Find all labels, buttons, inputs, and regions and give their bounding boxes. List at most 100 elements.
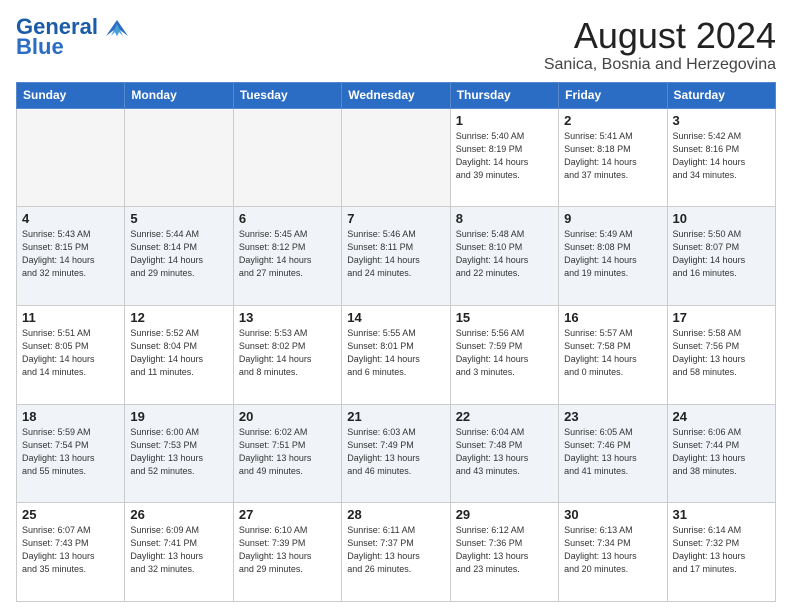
day-number: 8 — [456, 211, 553, 226]
calendar-cell: 14 Sunrise: 5:55 AM Sunset: 8:01 PM Dayli… — [342, 305, 450, 404]
calendar-week-4: 18 Sunrise: 5:59 AM Sunset: 7:54 PM Dayli… — [17, 404, 776, 503]
calendar-cell: 1Sunrise: 5:40 AM Sunset: 8:19 PM Daylig… — [450, 108, 558, 207]
calendar-cell: 25 Sunrise: 6:07 AM Sunset: 7:43 PM Dayli… — [17, 503, 125, 602]
day-number: 25 — [22, 507, 119, 522]
calendar-cell: 10Sunrise: 5:50 AM Sunset: 8:07 PM Dayli… — [667, 207, 775, 306]
calendar-cell — [233, 108, 341, 207]
day-info: Sunrise: 5:58 AM Sunset: 7:56 PM Dayligh… — [673, 327, 770, 379]
day-info: Sunrise: 6:03 AM Sunset: 7:49 PM Dayligh… — [347, 426, 444, 478]
day-info: Sunrise: 6:05 AM Sunset: 7:46 PM Dayligh… — [564, 426, 661, 478]
day-number: 2 — [564, 113, 661, 128]
day-info: Sunrise: 5:59 AM Sunset: 7:54 PM Dayligh… — [22, 426, 119, 478]
day-number: 16 — [564, 310, 661, 325]
weekday-header-sunday: Sunday — [17, 82, 125, 108]
main-title: August 2024 — [544, 16, 776, 56]
weekday-header-friday: Friday — [559, 82, 667, 108]
day-number: 4 — [22, 211, 119, 226]
day-info: Sunrise: 6:02 AM Sunset: 7:51 PM Dayligh… — [239, 426, 336, 478]
weekday-header-wednesday: Wednesday — [342, 82, 450, 108]
day-number: 26 — [130, 507, 227, 522]
calendar-cell: 2 Sunrise: 5:41 AM Sunset: 8:18 PM Daylig… — [559, 108, 667, 207]
weekday-header-saturday: Saturday — [667, 82, 775, 108]
title-block: August 2024 Sanica, Bosnia and Herzegovi… — [544, 16, 776, 74]
logo: General Blue — [16, 16, 128, 60]
day-number: 18 — [22, 409, 119, 424]
day-info: Sunrise: 6:06 AM Sunset: 7:44 PM Dayligh… — [673, 426, 770, 478]
calendar-week-1: 1Sunrise: 5:40 AM Sunset: 8:19 PM Daylig… — [17, 108, 776, 207]
day-info: Sunrise: 6:04 AM Sunset: 7:48 PM Dayligh… — [456, 426, 553, 478]
day-number: 11 — [22, 310, 119, 325]
calendar-cell: 15 Sunrise: 5:56 AM Sunset: 7:59 PM Dayli… — [450, 305, 558, 404]
calendar-body: 1Sunrise: 5:40 AM Sunset: 8:19 PM Daylig… — [17, 108, 776, 601]
calendar-cell: 12Sunrise: 5:52 AM Sunset: 8:04 PM Dayli… — [125, 305, 233, 404]
day-number: 22 — [456, 409, 553, 424]
day-info: Sunrise: 5:55 AM Sunset: 8:01 PM Dayligh… — [347, 327, 444, 379]
day-number: 12 — [130, 310, 227, 325]
day-info: Sunrise: 5:49 AM Sunset: 8:08 PM Dayligh… — [564, 228, 661, 280]
day-number: 30 — [564, 507, 661, 522]
calendar-cell: 23 Sunrise: 6:05 AM Sunset: 7:46 PM Dayli… — [559, 404, 667, 503]
day-info: Sunrise: 5:51 AM Sunset: 8:05 PM Dayligh… — [22, 327, 119, 379]
day-number: 9 — [564, 211, 661, 226]
day-number: 23 — [564, 409, 661, 424]
calendar-cell: 19Sunrise: 6:00 AM Sunset: 7:53 PM Dayli… — [125, 404, 233, 503]
calendar-cell: 5 Sunrise: 5:44 AM Sunset: 8:14 PM Daylig… — [125, 207, 233, 306]
calendar-cell: 29Sunrise: 6:12 AM Sunset: 7:36 PM Dayli… — [450, 503, 558, 602]
day-number: 3 — [673, 113, 770, 128]
day-number: 13 — [239, 310, 336, 325]
day-info: Sunrise: 5:53 AM Sunset: 8:02 PM Dayligh… — [239, 327, 336, 379]
weekday-header-thursday: Thursday — [450, 82, 558, 108]
day-number: 21 — [347, 409, 444, 424]
calendar-cell: 30Sunrise: 6:13 AM Sunset: 7:34 PM Dayli… — [559, 503, 667, 602]
day-number: 5 — [130, 211, 227, 226]
calendar-week-2: 4Sunrise: 5:43 AM Sunset: 8:15 PM Daylig… — [17, 207, 776, 306]
calendar-week-5: 25 Sunrise: 6:07 AM Sunset: 7:43 PM Dayli… — [17, 503, 776, 602]
weekday-header-tuesday: Tuesday — [233, 82, 341, 108]
calendar-cell: 26Sunrise: 6:09 AM Sunset: 7:41 PM Dayli… — [125, 503, 233, 602]
calendar-cell: 9 Sunrise: 5:49 AM Sunset: 8:08 PM Daylig… — [559, 207, 667, 306]
day-number: 10 — [673, 211, 770, 226]
day-info: Sunrise: 5:56 AM Sunset: 7:59 PM Dayligh… — [456, 327, 553, 379]
day-number: 14 — [347, 310, 444, 325]
calendar-cell: 20 Sunrise: 6:02 AM Sunset: 7:51 PM Dayli… — [233, 404, 341, 503]
header: General Blue August 2024 Sanica, Bosnia … — [16, 16, 776, 74]
calendar-cell: 6 Sunrise: 5:45 AM Sunset: 8:12 PM Daylig… — [233, 207, 341, 306]
logo-icon — [106, 20, 128, 36]
day-number: 15 — [456, 310, 553, 325]
day-info: Sunrise: 5:46 AM Sunset: 8:11 PM Dayligh… — [347, 228, 444, 280]
calendar-cell: 11 Sunrise: 5:51 AM Sunset: 8:05 PM Dayli… — [17, 305, 125, 404]
calendar-cell — [17, 108, 125, 207]
day-number: 31 — [673, 507, 770, 522]
day-info: Sunrise: 5:41 AM Sunset: 8:18 PM Dayligh… — [564, 130, 661, 182]
calendar-cell: 4Sunrise: 5:43 AM Sunset: 8:15 PM Daylig… — [17, 207, 125, 306]
day-info: Sunrise: 6:07 AM Sunset: 7:43 PM Dayligh… — [22, 524, 119, 576]
day-info: Sunrise: 6:11 AM Sunset: 7:37 PM Dayligh… — [347, 524, 444, 576]
calendar-cell: 22 Sunrise: 6:04 AM Sunset: 7:48 PM Dayli… — [450, 404, 558, 503]
calendar-cell — [125, 108, 233, 207]
calendar-header: SundayMondayTuesdayWednesdayThursdayFrid… — [17, 82, 776, 108]
day-info: Sunrise: 6:14 AM Sunset: 7:32 PM Dayligh… — [673, 524, 770, 576]
day-number: 17 — [673, 310, 770, 325]
calendar-cell: 31 Sunrise: 6:14 AM Sunset: 7:32 PM Dayli… — [667, 503, 775, 602]
day-number: 24 — [673, 409, 770, 424]
day-info: Sunrise: 5:45 AM Sunset: 8:12 PM Dayligh… — [239, 228, 336, 280]
day-info: Sunrise: 5:44 AM Sunset: 8:14 PM Dayligh… — [130, 228, 227, 280]
day-number: 6 — [239, 211, 336, 226]
day-number: 20 — [239, 409, 336, 424]
calendar-cell: 16Sunrise: 5:57 AM Sunset: 7:58 PM Dayli… — [559, 305, 667, 404]
calendar-cell: 7 Sunrise: 5:46 AM Sunset: 8:11 PM Daylig… — [342, 207, 450, 306]
calendar-cell — [342, 108, 450, 207]
page: General Blue August 2024 Sanica, Bosnia … — [0, 0, 792, 612]
calendar-cell: 8Sunrise: 5:48 AM Sunset: 8:10 PM Daylig… — [450, 207, 558, 306]
day-number: 27 — [239, 507, 336, 522]
subtitle: Sanica, Bosnia and Herzegovina — [544, 56, 776, 74]
day-number: 7 — [347, 211, 444, 226]
calendar-week-3: 11 Sunrise: 5:51 AM Sunset: 8:05 PM Dayli… — [17, 305, 776, 404]
calendar-cell: 13 Sunrise: 5:53 AM Sunset: 8:02 PM Dayli… — [233, 305, 341, 404]
calendar-cell: 27 Sunrise: 6:10 AM Sunset: 7:39 PM Dayli… — [233, 503, 341, 602]
calendar-cell: 24 Sunrise: 6:06 AM Sunset: 7:44 PM Dayli… — [667, 404, 775, 503]
day-info: Sunrise: 6:10 AM Sunset: 7:39 PM Dayligh… — [239, 524, 336, 576]
day-info: Sunrise: 5:40 AM Sunset: 8:19 PM Dayligh… — [456, 130, 553, 182]
calendar-cell: 21 Sunrise: 6:03 AM Sunset: 7:49 PM Dayli… — [342, 404, 450, 503]
day-number: 28 — [347, 507, 444, 522]
